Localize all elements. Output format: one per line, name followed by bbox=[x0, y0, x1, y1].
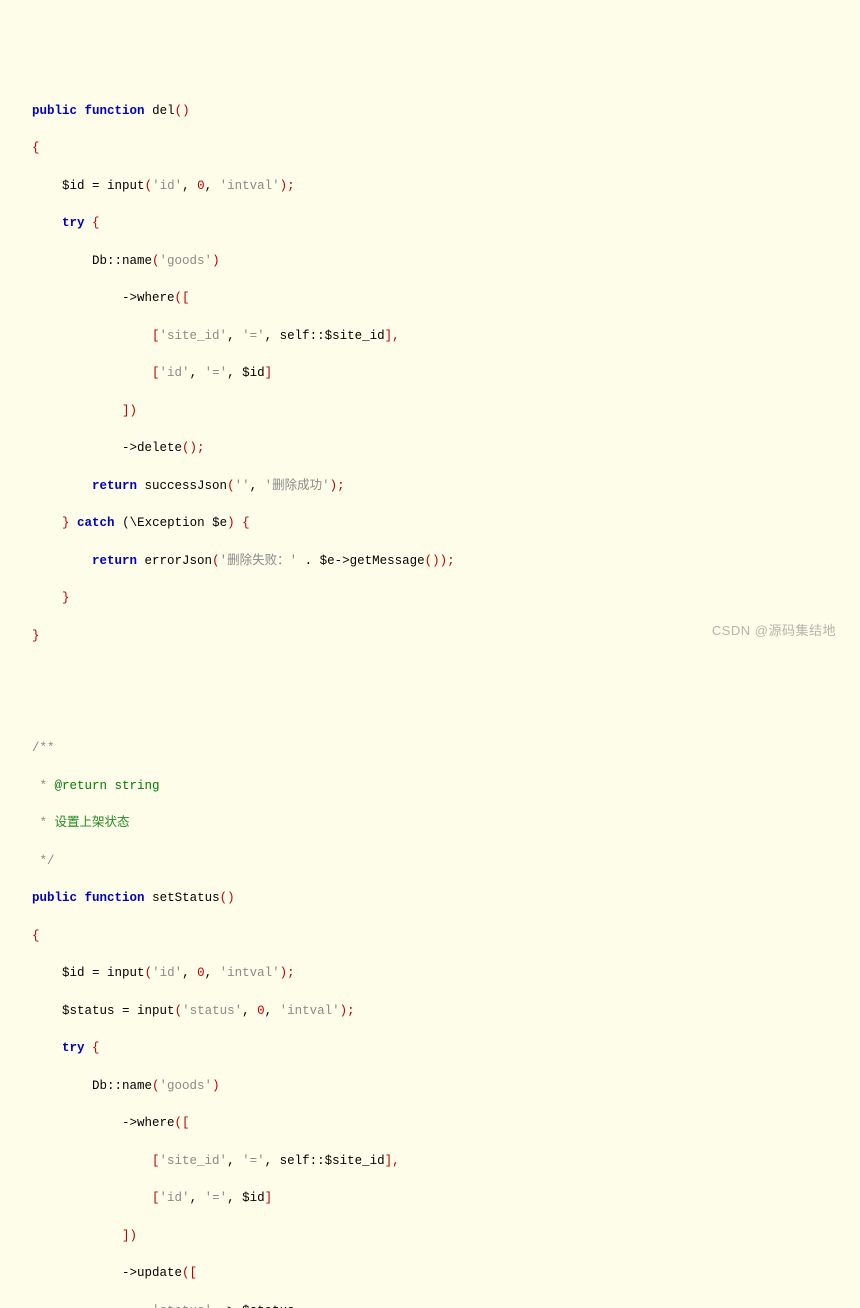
code-line: return errorJson('删除失败：' . $e->getMessag… bbox=[0, 552, 860, 571]
code-line: ]) bbox=[0, 402, 860, 421]
code-line: try { bbox=[0, 214, 860, 233]
code-block: public function del() { $id = input('id'… bbox=[0, 83, 860, 1308]
code-line: $status = input('status', 0, 'intval'); bbox=[0, 1002, 860, 1021]
code-line: return successJson('', '删除成功'); bbox=[0, 477, 860, 496]
code-line: ]) bbox=[0, 1227, 860, 1246]
code-line: ->where([ bbox=[0, 1114, 860, 1133]
code-line: ->delete(); bbox=[0, 439, 860, 458]
code-line: } bbox=[0, 589, 860, 608]
code-line: public function setStatus() bbox=[0, 889, 860, 908]
code-line bbox=[0, 664, 860, 683]
code-line: 'status' => $status bbox=[0, 1302, 860, 1308]
code-line: { bbox=[0, 139, 860, 158]
code-line: ->where([ bbox=[0, 289, 860, 308]
code-line: } catch (\Exception $e) { bbox=[0, 514, 860, 533]
watermark: CSDN @源码集结地 bbox=[712, 621, 836, 641]
code-line: { bbox=[0, 927, 860, 946]
code-line: ['site_id', '=', self::$site_id], bbox=[0, 327, 860, 346]
code-line: ['id', '=', $id] bbox=[0, 364, 860, 383]
code-line: ['id', '=', $id] bbox=[0, 1189, 860, 1208]
code-line: Db::name('goods') bbox=[0, 1077, 860, 1096]
code-line: $id = input('id', 0, 'intval'); bbox=[0, 964, 860, 983]
code-line: public function del() bbox=[0, 102, 860, 121]
code-line: try { bbox=[0, 1039, 860, 1058]
doc-close: */ bbox=[0, 852, 860, 871]
code-line: Db::name('goods') bbox=[0, 252, 860, 271]
doc-open: /** bbox=[0, 739, 860, 758]
code-line: $id = input('id', 0, 'intval'); bbox=[0, 177, 860, 196]
code-line: ->update([ bbox=[0, 1264, 860, 1283]
doc-line: * 设置上架状态 bbox=[0, 814, 860, 833]
code-line bbox=[0, 702, 860, 721]
doc-line: * @return string bbox=[0, 777, 860, 796]
code-line: ['site_id', '=', self::$site_id], bbox=[0, 1152, 860, 1171]
